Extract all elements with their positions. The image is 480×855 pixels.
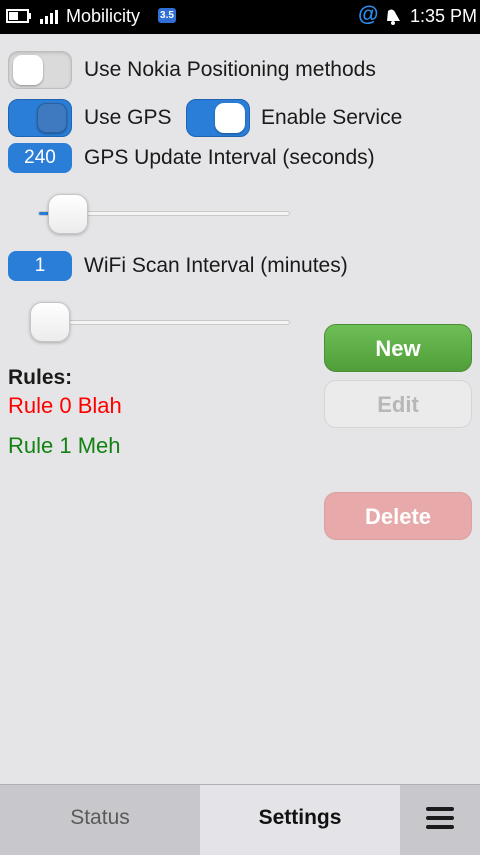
gps-interval-field[interactable]: 240 [8, 143, 72, 173]
wifi-interval-slider[interactable] [38, 320, 290, 325]
nokia-positioning-toggle[interactable] [8, 51, 72, 89]
network-type-badge: 3.5 [158, 8, 176, 23]
at-icon: @ [358, 3, 379, 26]
menu-icon [426, 807, 454, 834]
signal-icon [40, 10, 58, 24]
rule-item[interactable]: Rule 0 Blah [8, 393, 122, 419]
settings-panel: Use Nokia Positioning methods Use GPS En… [0, 36, 480, 784]
rules-heading: Rules: [8, 366, 73, 389]
wifi-interval-field[interactable]: 1 [8, 251, 72, 281]
edit-rule-button[interactable]: Edit [324, 380, 472, 428]
toggle-knob [13, 55, 43, 85]
use-gps-toggle[interactable] [8, 99, 72, 137]
delete-rule-button[interactable]: Delete [324, 492, 472, 540]
notification-bell-icon [387, 9, 400, 25]
tab-status[interactable]: Status [0, 785, 200, 855]
toggle-knob [215, 103, 245, 133]
rule-item[interactable]: Rule 1 Meh [8, 433, 121, 459]
enable-service-label: Enable Service [261, 106, 403, 129]
battery-icon [6, 9, 31, 23]
toggle-knob [37, 103, 67, 133]
tab-settings[interactable]: Settings [200, 785, 400, 855]
clock: 1:35 PM [410, 6, 478, 26]
new-rule-button[interactable]: New [324, 324, 472, 372]
tab-bar: Status Settings [0, 784, 480, 855]
use-gps-label: Use GPS [84, 106, 172, 129]
gps-interval-label: GPS Update Interval (seconds) [84, 146, 375, 169]
enable-service-toggle[interactable] [186, 99, 250, 137]
wifi-interval-slider-thumb[interactable] [30, 302, 70, 342]
status-bar: Mobilicity 3.5 @ 1:35 PM [0, 0, 480, 34]
menu-button[interactable] [400, 785, 480, 855]
carrier-name: Mobilicity [66, 6, 141, 26]
wifi-interval-label: WiFi Scan Interval (minutes) [84, 254, 348, 277]
nokia-positioning-label: Use Nokia Positioning methods [84, 58, 376, 81]
gps-interval-slider-thumb[interactable] [48, 194, 89, 234]
